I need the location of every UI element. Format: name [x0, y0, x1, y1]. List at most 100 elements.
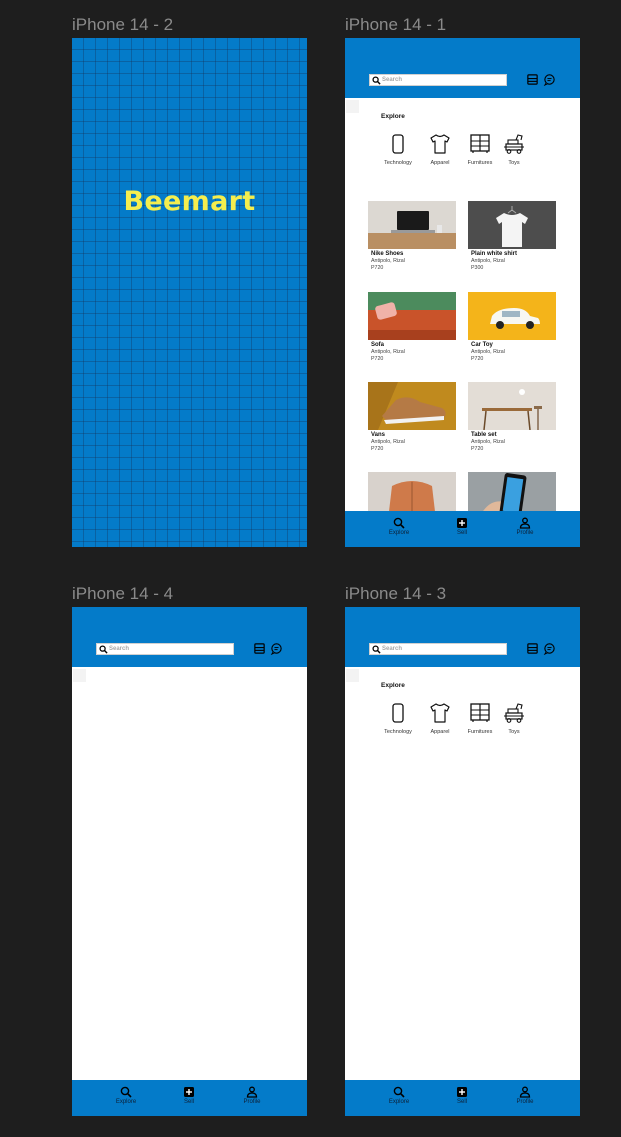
- nav-profile[interactable]: Profile: [505, 517, 545, 536]
- product-card[interactable]: Nike Shoes Antipolo, Rizal P720: [368, 201, 456, 271]
- product-location: Antipolo, Rizal: [471, 439, 505, 445]
- search-input[interactable]: Search: [369, 74, 507, 86]
- product-card[interactable]: Vans Antipolo, Rizal P720: [368, 382, 456, 452]
- search-placeholder: Search: [382, 77, 403, 83]
- category-technology[interactable]: Technology: [378, 132, 418, 166]
- phone-icon: [392, 703, 404, 723]
- search-icon: [393, 1086, 405, 1098]
- nav-sell[interactable]: Sell: [442, 517, 482, 536]
- white-shirt-image: [468, 201, 556, 249]
- product-card[interactable]: Table set Antipolo, Rizal P720: [468, 382, 556, 452]
- nav-sell[interactable]: Sell: [169, 1086, 209, 1105]
- top-bar: Search: [72, 607, 307, 667]
- cabinet-icon: [470, 703, 490, 722]
- search-input[interactable]: Search: [96, 643, 234, 655]
- nav-label: Explore: [115, 1099, 137, 1105]
- sneaker-image: [368, 382, 456, 430]
- add-square-icon: [184, 1087, 194, 1097]
- category-label: Apparel: [430, 160, 450, 166]
- product-name: Vans: [371, 432, 386, 438]
- search-input[interactable]: Search: [369, 643, 507, 655]
- nav-label: Sell: [183, 1099, 194, 1105]
- store-icon[interactable]: [253, 642, 266, 655]
- toy-car-image: [468, 292, 556, 340]
- explore-title: Explore: [381, 682, 405, 689]
- add-square-icon: [457, 518, 467, 528]
- category-toys[interactable]: Toys: [494, 701, 534, 735]
- nav-sell[interactable]: Sell: [442, 1086, 482, 1105]
- nav-profile[interactable]: Profile: [232, 1086, 272, 1105]
- chat-icon[interactable]: [543, 642, 556, 655]
- nav-explore[interactable]: Explore: [379, 1086, 419, 1105]
- product-location: Antipolo, Rizal: [371, 439, 405, 445]
- shirt-icon: [430, 134, 450, 154]
- category-technology[interactable]: Technology: [378, 701, 418, 735]
- category-label: Toys: [508, 729, 520, 735]
- product-card[interactable]: Car Toy Antipolo, Rizal P720: [468, 292, 556, 362]
- toy-icon: [504, 703, 524, 723]
- bottom-nav: Explore Sell Profile: [345, 511, 580, 547]
- bottom-nav: Explore Sell Profile: [72, 1080, 307, 1116]
- product-price: P720: [471, 356, 484, 362]
- placeholder-square: [346, 100, 359, 113]
- app-logo: Beemart: [123, 186, 256, 217]
- explore-empty-screen: Search Explore Technology Apparel Furnit…: [345, 607, 580, 1116]
- nav-label: Explore: [388, 530, 410, 536]
- phone-icon: [392, 134, 404, 154]
- orange-sofa-image: [368, 292, 456, 340]
- product-name: Nike Shoes: [371, 251, 404, 257]
- nav-label: Profile: [516, 1099, 534, 1105]
- store-icon[interactable]: [526, 73, 539, 86]
- blank-screen: Search Explore Sell Profile: [72, 607, 307, 1116]
- product-card[interactable]: Plain white shirt Antipolo, Rizal P300: [468, 201, 556, 271]
- placeholder-square: [346, 669, 359, 682]
- frame-label: iPhone 14 - 3: [345, 584, 447, 603]
- add-square-icon: [457, 1087, 467, 1097]
- category-apparel[interactable]: Apparel: [420, 132, 460, 166]
- product-name: Sofa: [371, 342, 385, 348]
- toy-icon: [504, 134, 524, 154]
- bottom-nav: Explore Sell Profile: [345, 1080, 580, 1116]
- top-bar: Search: [345, 38, 580, 98]
- shirt-icon: [430, 703, 450, 723]
- search-icon: [99, 644, 108, 654]
- category-apparel[interactable]: Apparel: [420, 701, 460, 735]
- chat-icon[interactable]: [543, 73, 556, 86]
- nav-label: Profile: [516, 530, 534, 536]
- product-name: Plain white shirt: [471, 251, 518, 257]
- product-location: Antipolo, Rizal: [371, 349, 405, 355]
- category-toys[interactable]: Toys: [494, 132, 534, 166]
- user-icon: [519, 1086, 531, 1098]
- nav-label: Explore: [388, 1099, 410, 1105]
- splash-screen: Beemart: [72, 38, 307, 547]
- explore-title: Explore: [381, 113, 405, 120]
- placeholder-square: [73, 669, 86, 682]
- table-set-image: [468, 382, 556, 430]
- frame-label: iPhone 14 - 4: [72, 584, 174, 603]
- frame-label: iPhone 14 - 2: [72, 15, 174, 34]
- nav-explore[interactable]: Explore: [106, 1086, 146, 1105]
- product-price: P300: [471, 265, 484, 271]
- nav-label: Profile: [243, 1099, 261, 1105]
- product-card[interactable]: Sofa Antipolo, Rizal P720: [368, 292, 456, 362]
- search-icon: [120, 1086, 132, 1098]
- store-icon[interactable]: [526, 642, 539, 655]
- product-price: P720: [371, 265, 384, 271]
- nav-explore[interactable]: Explore: [379, 517, 419, 536]
- chat-icon[interactable]: [270, 642, 283, 655]
- category-row: Technology Apparel Furnitures Toys: [375, 132, 535, 172]
- cabinet-icon: [470, 134, 490, 153]
- product-location: Antipolo, Rizal: [371, 258, 405, 264]
- category-label: Technology: [384, 160, 412, 166]
- product-price: P720: [371, 356, 384, 362]
- search-icon: [393, 517, 405, 529]
- category-row: Technology Apparel Furnitures Toys: [375, 701, 535, 741]
- nav-label: Sell: [456, 530, 467, 536]
- search-placeholder: Search: [109, 646, 130, 652]
- frame-label: iPhone 14 - 1: [345, 15, 447, 34]
- category-label: Toys: [508, 160, 520, 166]
- product-price: P720: [371, 446, 384, 452]
- user-icon: [246, 1086, 258, 1098]
- explore-screen: Search Explore Technology Apparel Furnit…: [345, 38, 580, 547]
- nav-profile[interactable]: Profile: [505, 1086, 545, 1105]
